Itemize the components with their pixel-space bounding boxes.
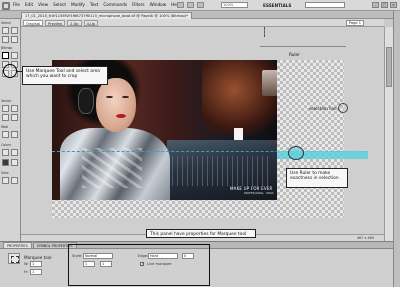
jacket-shine xyxy=(82,148,142,188)
menu-file[interactable]: File xyxy=(13,2,20,7)
crop-tool-icon[interactable] xyxy=(11,36,18,43)
layout-icon[interactable] xyxy=(177,2,184,8)
text-tool-icon[interactable] xyxy=(11,114,18,121)
document-tabbar: 17_01_2010_fc0f115692f1f66737ff0115_micr… xyxy=(0,11,400,19)
menu-text[interactable]: Text xyxy=(90,2,98,7)
view-preview-button[interactable]: Preview xyxy=(45,19,66,26)
height-label: H: xyxy=(24,270,28,274)
ruler-label: Ruler xyxy=(289,52,300,57)
zoom-field[interactable]: 100% xyxy=(221,2,248,8)
app-logo-icon xyxy=(2,1,10,10)
menu-select[interactable]: Select xyxy=(53,2,66,7)
subselect-tool-icon[interactable] xyxy=(11,27,18,34)
hand-tool-icon[interactable] xyxy=(2,177,9,184)
callout-connector xyxy=(17,71,22,72)
menubar-icons xyxy=(177,2,204,8)
help-search-input[interactable] xyxy=(305,2,345,8)
page-select[interactable]: Page 1 xyxy=(345,20,364,26)
maximize-button[interactable]: □ xyxy=(381,2,388,8)
tools-panel: Select Bitmap Vector Web Colors View xyxy=(0,19,21,241)
view-4up-button[interactable]: 4-Up xyxy=(83,19,99,26)
vertical-scrollbar[interactable] xyxy=(384,27,393,241)
ruler-magnifier-icon xyxy=(288,146,304,160)
tab-properties[interactable]: PROPERTIES xyxy=(3,242,32,248)
tool-group-colors: Colors xyxy=(1,143,11,147)
pointer-tool-icon[interactable] xyxy=(2,27,9,34)
marquee-tool-highlight xyxy=(3,64,17,78)
menu-edit[interactable]: Edit xyxy=(25,2,33,7)
workspace-mode-label[interactable]: ESSENTIALS xyxy=(263,3,291,8)
pen-tool-icon[interactable] xyxy=(11,105,18,112)
left-eye xyxy=(106,96,113,98)
view-2up-button[interactable]: 2-Up xyxy=(67,19,82,26)
slice-tool-icon[interactable] xyxy=(11,131,18,138)
brand-subtext: PROFESSIONAL · PARIS xyxy=(244,192,274,195)
headphone-icon xyxy=(78,88,94,114)
width-label: W: xyxy=(24,262,29,266)
canvas-size-readout: 467 x 460 xyxy=(356,236,374,240)
marquee-tool-icon xyxy=(8,253,20,264)
menubar: File Edit View Select Modify Text Comman… xyxy=(0,0,400,11)
close-tab-icon[interactable]: x xyxy=(150,13,152,18)
console-faders xyxy=(172,156,272,186)
menu-modify[interactable]: Modify xyxy=(71,2,85,7)
ruler-callout: Use Ruler to make exactness in selection xyxy=(286,168,348,188)
lasso-tool-icon[interactable] xyxy=(11,52,18,59)
height-field[interactable]: 1 xyxy=(30,269,42,275)
tool-group-vector: Vector xyxy=(1,99,12,103)
window-controls: – □ × xyxy=(372,2,397,8)
menu-items: File Edit View Select Modify Text Comman… xyxy=(13,2,181,7)
paint-bucket-icon[interactable] xyxy=(11,149,18,156)
close-window-button[interactable]: × xyxy=(390,2,397,8)
document-tab[interactable]: 17_01_2010_fc0f115692f1f66737ff0115_micr… xyxy=(21,12,192,19)
white-card xyxy=(234,128,243,140)
tool-group-web: Web xyxy=(1,125,8,129)
hotspot-tool-icon[interactable] xyxy=(2,131,9,138)
right-eye xyxy=(122,96,129,98)
marquee-tool-icon[interactable] xyxy=(2,52,9,59)
tool-name: Marquee tool xyxy=(24,255,52,260)
fill-color-swatch[interactable] xyxy=(11,159,18,166)
menu-commands[interactable]: Commands xyxy=(103,2,127,7)
eyedropper-tool-icon[interactable] xyxy=(2,149,9,156)
rectangle-tool-icon[interactable] xyxy=(2,114,9,121)
studio-light xyxy=(262,70,277,96)
tool-group-view: View xyxy=(1,171,9,175)
properties-highlight-frame xyxy=(68,244,210,286)
panel-callout: This panel have properties for Marquee t… xyxy=(146,229,256,238)
menu-window[interactable]: Window xyxy=(150,2,167,7)
stroke-color-swatch[interactable] xyxy=(2,159,9,166)
menu-filters[interactable]: Filters xyxy=(132,2,145,7)
workspace-icon[interactable] xyxy=(197,2,204,8)
lips xyxy=(116,114,126,118)
tool-group-bitmap: Bitmap xyxy=(1,46,13,50)
selection-point-marker xyxy=(338,103,348,113)
width-field[interactable]: 1 xyxy=(30,261,42,267)
ruler-guide xyxy=(260,46,346,47)
brand-text: MAKE UP FOR EVER xyxy=(230,186,273,191)
face xyxy=(96,78,136,132)
view-bar: Original Preview 2-Up 4-Up Page 1 xyxy=(21,19,384,27)
zoom-tool-icon[interactable] xyxy=(11,177,18,184)
right-panel-dock[interactable] xyxy=(393,11,400,287)
minimize-button[interactable]: – xyxy=(372,2,379,8)
tool-group-select: Select xyxy=(1,21,11,25)
scale-tool-icon[interactable] xyxy=(2,36,9,43)
line-tool-icon[interactable] xyxy=(2,105,9,112)
selection-line-label: selection line xyxy=(309,106,337,111)
extension-icon[interactable] xyxy=(187,2,194,8)
scrollbar-thumb[interactable] xyxy=(386,47,392,87)
view-original-button[interactable]: Original xyxy=(23,19,44,26)
menu-view[interactable]: View xyxy=(38,2,48,7)
ruler-vertical-guide[interactable] xyxy=(264,27,265,37)
marquee-callout: Use Marquee Tool and select area which y… xyxy=(22,66,108,85)
